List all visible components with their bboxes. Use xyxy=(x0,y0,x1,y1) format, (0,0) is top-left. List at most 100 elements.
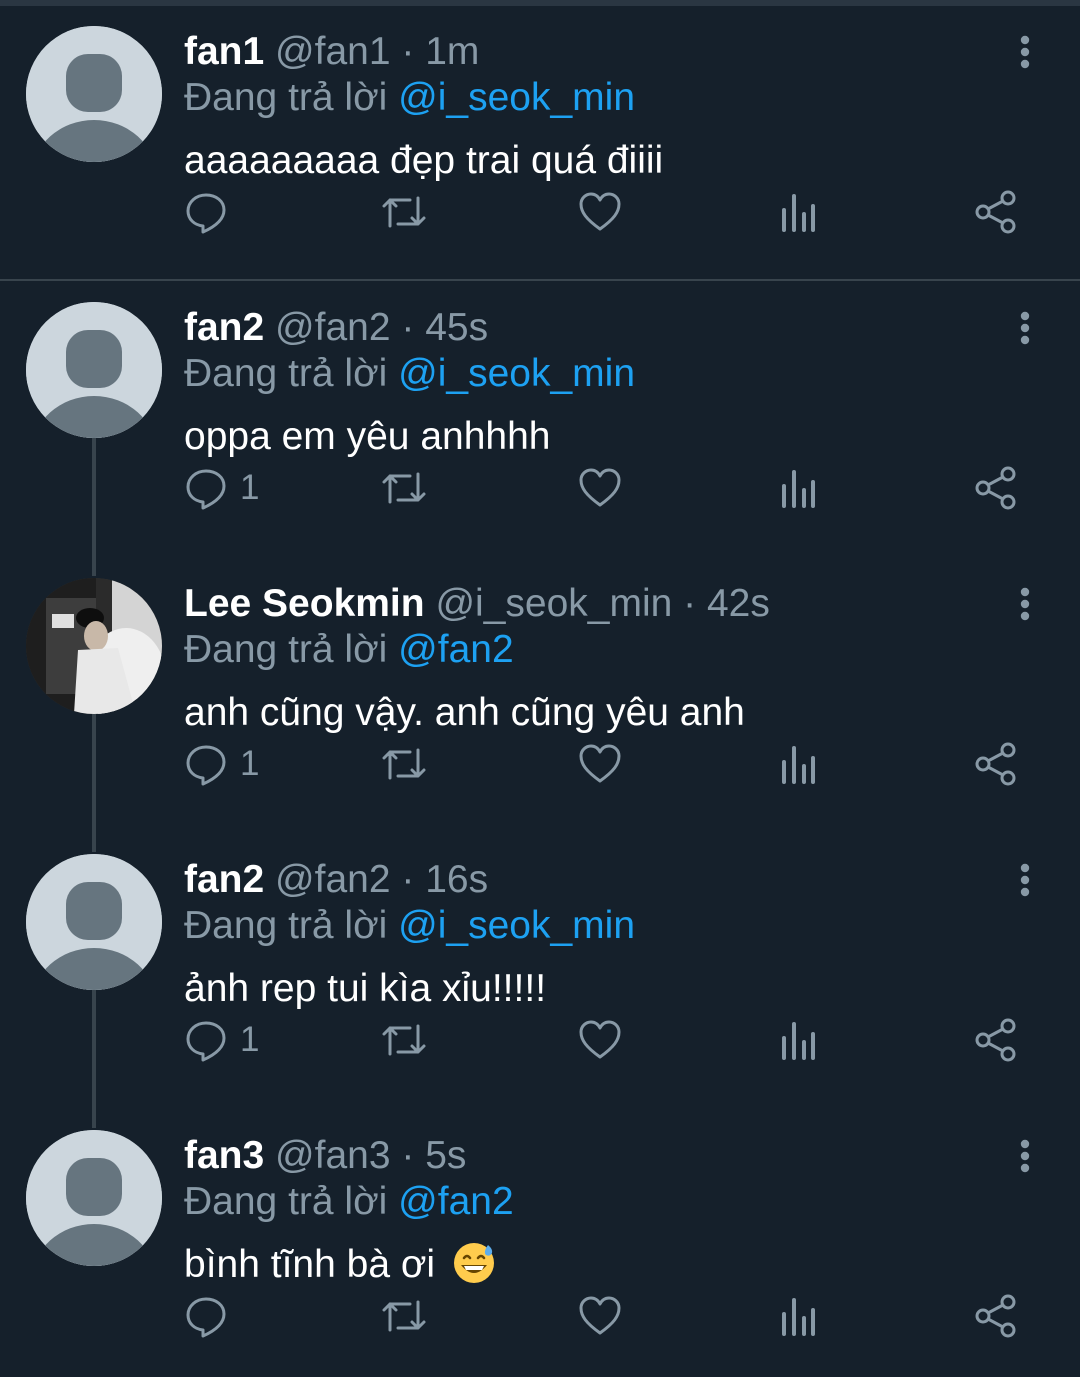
tweet-text: bình tĩnh bà ơi xyxy=(184,1243,436,1286)
grinning-sweat-emoji-icon xyxy=(452,1241,496,1300)
timestamp[interactable]: 45s xyxy=(425,306,488,349)
share-button[interactable] xyxy=(974,1018,1018,1062)
tweet-header: fan1 @fan1 · 1m xyxy=(184,26,479,78)
user-handle[interactable]: @fan3 xyxy=(275,1134,391,1177)
reply-button[interactable]: 1 xyxy=(184,466,259,510)
tweet-1[interactable]: fan1 @fan1 · 1m Đang trả lời @i_seok_min… xyxy=(0,0,1080,276)
timestamp[interactable]: 1m xyxy=(425,30,479,73)
timestamp[interactable]: 16s xyxy=(425,858,488,901)
retweet-button[interactable] xyxy=(380,1018,428,1062)
heart-icon xyxy=(579,1020,621,1059)
timestamp[interactable]: 5s xyxy=(425,1134,466,1177)
tweet-text: anh cũng vậy. anh cũng yêu anh xyxy=(184,691,745,734)
default-avatar-icon xyxy=(26,302,162,438)
user-handle[interactable]: @fan1 xyxy=(275,30,391,73)
more-options-icon[interactable] xyxy=(1008,1130,1042,1182)
separator-dot: · xyxy=(401,858,415,901)
tweet-text: oppa em yêu anhhhh xyxy=(184,415,551,458)
analytics-icon xyxy=(782,1022,815,1060)
user-handle[interactable]: @i_seok_min xyxy=(435,582,672,625)
analytics-button[interactable] xyxy=(778,1018,818,1062)
reply-button[interactable] xyxy=(184,190,240,234)
more-options-icon[interactable] xyxy=(1008,26,1042,78)
analytics-button[interactable] xyxy=(778,742,818,786)
replying-to-label: Đang trả lời xyxy=(184,1180,388,1223)
tweet-header: fan3 @fan3 · 5s xyxy=(184,1130,466,1182)
more-options-icon[interactable] xyxy=(1008,854,1042,906)
share-icon xyxy=(975,742,1016,786)
mention-link[interactable]: @i_seok_min xyxy=(398,352,635,395)
share-icon xyxy=(975,190,1016,234)
reply-button[interactable] xyxy=(184,1294,240,1338)
replying-to-label: Đang trả lời xyxy=(184,352,388,395)
reply-button[interactable]: 1 xyxy=(184,742,259,786)
reply-icon xyxy=(186,1021,226,1062)
separator-dot: · xyxy=(401,306,415,349)
avatar[interactable] xyxy=(26,578,162,714)
like-button[interactable] xyxy=(578,742,622,786)
timestamp[interactable]: 42s xyxy=(707,582,770,625)
retweet-icon xyxy=(382,1300,426,1332)
heart-icon xyxy=(579,468,621,507)
tweet-header: Lee Seokmin @i_seok_min · 42s xyxy=(184,578,770,630)
more-options-icon[interactable] xyxy=(1008,302,1042,354)
analytics-icon xyxy=(782,1298,815,1336)
tweet-actions xyxy=(184,190,1034,234)
tweet-5[interactable]: fan3 @fan3 · 5s Đang trả lời @fan2 bình … xyxy=(0,1104,1080,1377)
separator-dot: · xyxy=(683,582,697,625)
display-name[interactable]: fan1 xyxy=(184,30,264,73)
share-button[interactable] xyxy=(974,1294,1018,1338)
display-name[interactable]: fan3 xyxy=(184,1134,264,1177)
analytics-button[interactable] xyxy=(778,466,818,510)
like-button[interactable] xyxy=(578,1294,622,1338)
heart-icon xyxy=(579,192,621,231)
retweet-button[interactable] xyxy=(380,466,428,510)
mention-link[interactable]: @fan2 xyxy=(398,628,514,671)
tweet-2[interactable]: fan2 @fan2 · 45s Đang trả lời @i_seok_mi… xyxy=(0,276,1080,576)
display-name[interactable]: Lee Seokmin xyxy=(184,582,425,625)
share-button[interactable] xyxy=(974,742,1018,786)
share-button[interactable] xyxy=(974,466,1018,510)
tweet-body: bình tĩnh bà ơi xyxy=(184,1238,496,1300)
like-button[interactable] xyxy=(578,190,622,234)
display-name[interactable]: fan2 xyxy=(184,858,264,901)
reply-icon xyxy=(186,745,226,786)
analytics-button[interactable] xyxy=(778,190,818,234)
default-avatar-icon xyxy=(26,854,162,990)
share-icon xyxy=(975,1018,1016,1062)
retweet-button[interactable] xyxy=(380,742,428,786)
tweet-4[interactable]: fan2 @fan2 · 16s Đang trả lời @i_seok_mi… xyxy=(0,828,1080,1128)
retweet-icon xyxy=(382,1024,426,1056)
tweet-actions: 1 xyxy=(184,742,1034,786)
avatar[interactable] xyxy=(26,26,162,162)
avatar[interactable] xyxy=(26,1130,162,1266)
tweet-3[interactable]: Lee Seokmin @i_seok_min · 42s Đang trả l… xyxy=(0,552,1080,852)
separator-dot: · xyxy=(401,30,415,73)
replying-to-label: Đang trả lời xyxy=(184,904,388,947)
avatar[interactable] xyxy=(26,854,162,990)
user-handle[interactable]: @fan2 xyxy=(275,306,391,349)
reply-count: 1 xyxy=(240,1020,260,1059)
retweet-button[interactable] xyxy=(380,190,428,234)
avatar[interactable] xyxy=(26,302,162,438)
like-button[interactable] xyxy=(578,466,622,510)
reply-icon xyxy=(186,469,226,510)
replying-to: Đang trả lời @fan2 xyxy=(184,1178,514,1226)
heart-icon xyxy=(579,1296,621,1335)
retweet-button[interactable] xyxy=(380,1294,428,1338)
user-handle[interactable]: @fan2 xyxy=(275,858,391,901)
replying-to-label: Đang trả lời xyxy=(184,76,388,119)
analytics-button[interactable] xyxy=(778,1294,818,1338)
reply-button[interactable]: 1 xyxy=(184,1018,259,1062)
mention-link[interactable]: @i_seok_min xyxy=(398,904,635,947)
profile-photo-icon xyxy=(26,578,162,714)
display-name[interactable]: fan2 xyxy=(184,306,264,349)
retweet-icon xyxy=(382,472,426,504)
share-icon xyxy=(975,466,1016,510)
share-button[interactable] xyxy=(974,190,1018,234)
analytics-icon xyxy=(782,746,815,784)
mention-link[interactable]: @i_seok_min xyxy=(398,76,635,119)
like-button[interactable] xyxy=(578,1018,622,1062)
mention-link[interactable]: @fan2 xyxy=(398,1180,514,1223)
more-options-icon[interactable] xyxy=(1008,578,1042,630)
